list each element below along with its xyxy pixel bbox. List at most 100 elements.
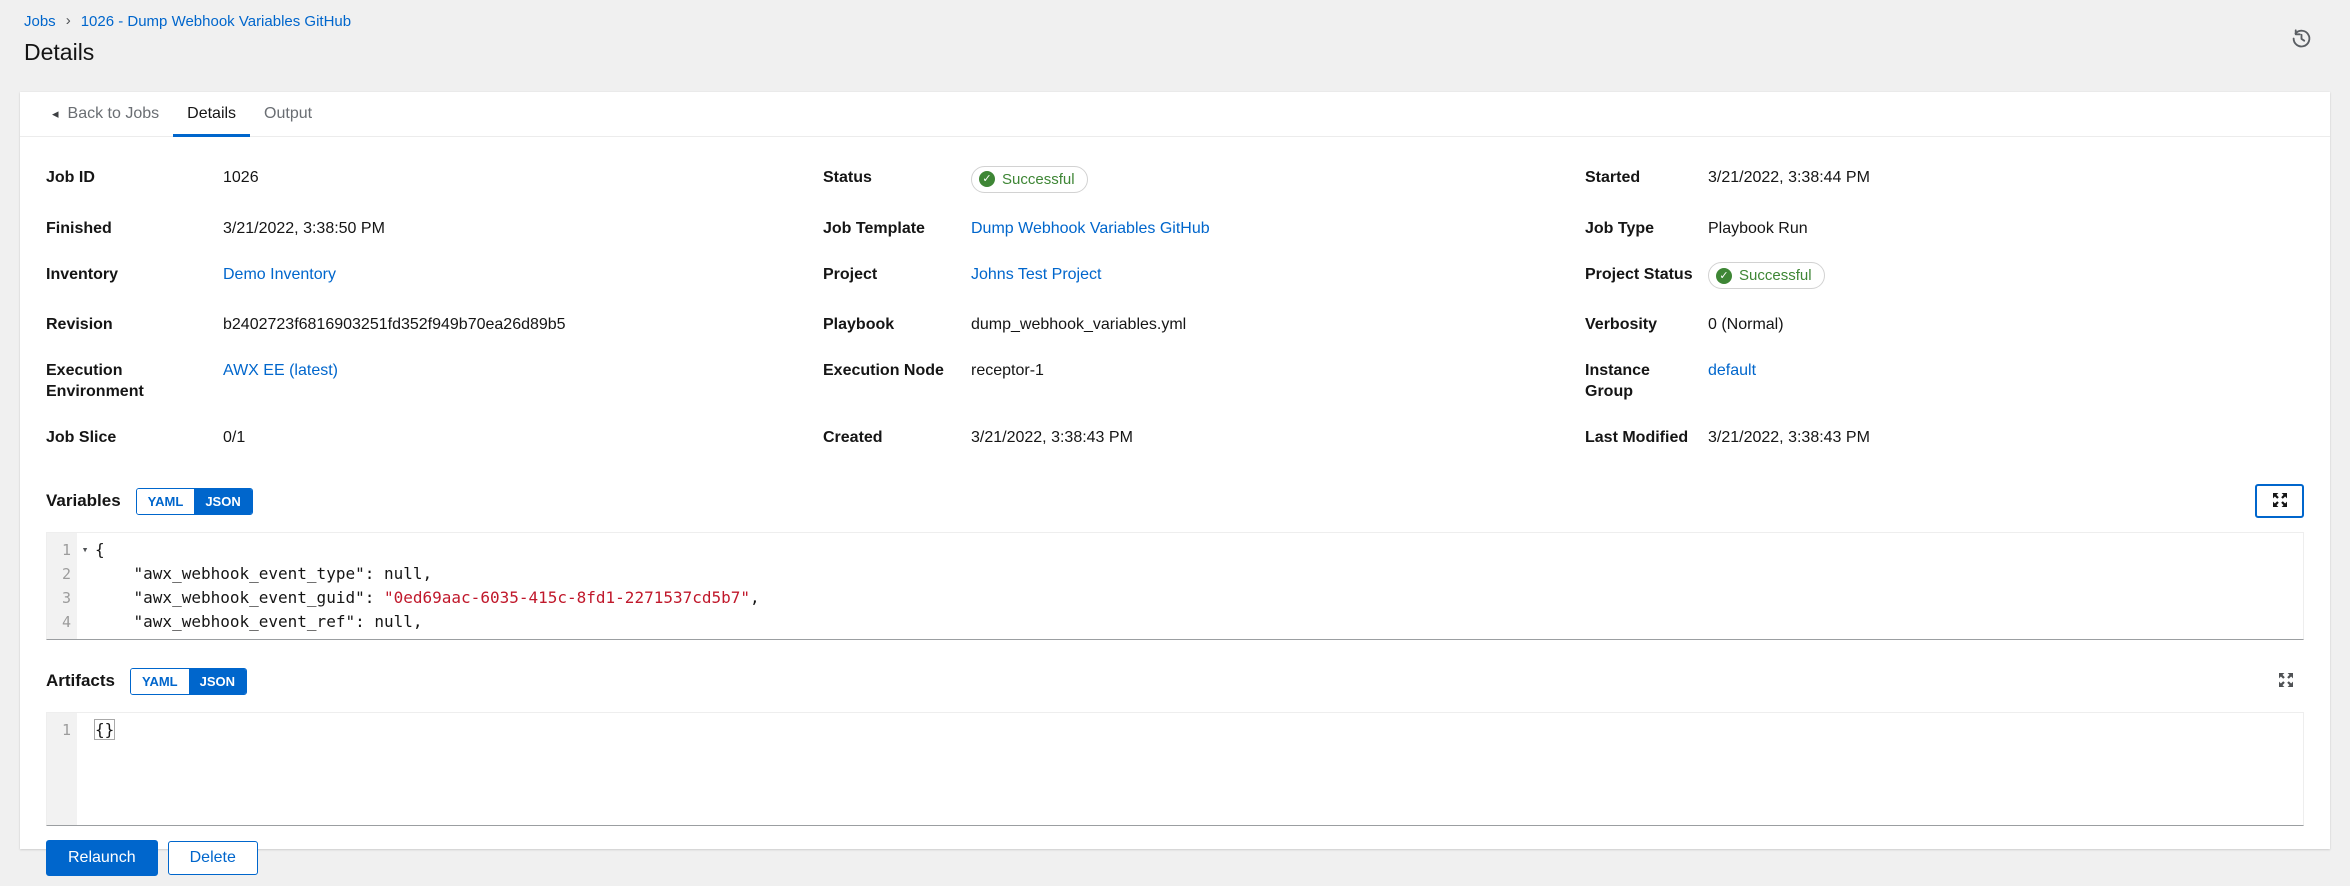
variables-expand-button[interactable] — [2255, 484, 2304, 518]
field-job-slice: Job Slice 0/1 — [46, 427, 823, 448]
status-badge: ✓ Successful — [971, 166, 1088, 193]
field-started: Started 3/21/2022, 3:38:44 PM — [1585, 167, 2304, 193]
field-value: b2402723f6816903251fd352f949b70ea26d89b5 — [223, 314, 566, 335]
expand-arrows-icon — [2278, 672, 2294, 691]
tab-label: Back to Jobs — [68, 105, 160, 123]
line-number: 1 — [47, 538, 77, 562]
artifacts-code-editor[interactable]: 1 {} — [46, 712, 2304, 826]
field-label: Last Modified — [1585, 427, 1708, 448]
expand-arrows-icon — [2272, 492, 2288, 511]
field-job-template: Job Template Dump Webhook Variables GitH… — [823, 218, 1585, 239]
check-circle-icon: ✓ — [1716, 268, 1732, 284]
field-status: Status ✓ Successful — [823, 167, 1585, 193]
matching-brackets: {} — [95, 720, 114, 739]
breadcrumb-link-jobs[interactable]: Jobs — [24, 13, 56, 30]
delete-button[interactable]: Delete — [168, 841, 258, 875]
badge-label: Successful — [1002, 169, 1075, 190]
code-text: { — [93, 538, 105, 562]
field-project: Project Johns Test Project — [823, 264, 1585, 290]
code-text: "awx_webhook_event_status_api": null, — [93, 634, 490, 640]
fold-caret-icon[interactable]: ▾ — [77, 538, 93, 562]
field-created: Created 3/21/2022, 3:38:43 PM — [823, 427, 1585, 448]
variables-yaml-toggle-button[interactable]: YAML — [137, 489, 195, 514]
field-value: 0/1 — [223, 427, 245, 448]
field-job-id: Job ID 1026 — [46, 167, 823, 193]
page-title: Details — [24, 39, 2326, 66]
field-finished: Finished 3/21/2022, 3:38:50 PM — [46, 218, 823, 239]
field-value: 0 (Normal) — [1708, 314, 1784, 335]
field-value: dump_webhook_variables.yml — [971, 314, 1186, 335]
project-link[interactable]: Johns Test Project — [971, 266, 1101, 283]
artifacts-format-toggle: YAML JSON — [130, 668, 247, 695]
history-button[interactable] — [2287, 24, 2316, 56]
code-line: 4 "awx_webhook_event_ref": null, — [47, 610, 2303, 634]
field-label: Inventory — [46, 264, 223, 285]
code-line: 3 "awx_webhook_event_guid": "0ed69aac-60… — [47, 586, 2303, 610]
line-number: 3 — [47, 586, 77, 610]
code-line: 1 {} — [47, 718, 2303, 742]
instance-group-link[interactable]: default — [1708, 362, 1756, 379]
field-instance-group: Instance Group default — [1585, 360, 2304, 402]
tab-back-to-jobs[interactable]: ◂ Back to Jobs — [38, 92, 173, 136]
execution-environment-link[interactable]: AWX EE (latest) — [223, 362, 338, 379]
code-text: {} — [93, 718, 114, 742]
code-line: 5 "awx_webhook_event_status_api": null, — [47, 634, 2303, 640]
line-number: 2 — [47, 562, 77, 586]
badge-label: Successful — [1739, 265, 1812, 286]
tab-label: Details — [187, 105, 236, 123]
variables-section-head: Variables YAML JSON — [46, 484, 2304, 518]
line-number: 5 — [47, 634, 77, 640]
variables-code-editor[interactable]: 1 ▾ { 2 "awx_webhook_event_type": null, … — [46, 532, 2304, 640]
field-label: Created — [823, 427, 971, 448]
field-label: Job ID — [46, 167, 223, 188]
variables-json-toggle-button[interactable]: JSON — [194, 489, 251, 514]
field-label: Verbosity — [1585, 314, 1708, 335]
artifacts-section-head: Artifacts YAML JSON — [46, 664, 2304, 698]
field-label: Revision — [46, 314, 223, 335]
field-revision: Revision b2402723f6816903251fd352f949b70… — [46, 314, 823, 335]
breadcrumb-separator-icon: › — [66, 12, 71, 29]
variables-heading: Variables — [46, 491, 121, 511]
code-text: "awx_webhook_event_ref": null, — [93, 610, 423, 634]
code-text: "awx_webhook_event_guid": "0ed69aac-6035… — [93, 586, 760, 610]
field-label: Instance Group — [1585, 360, 1708, 402]
field-label: Started — [1585, 167, 1708, 188]
field-execution-environment: Execution Environment AWX EE (latest) — [46, 360, 823, 402]
artifacts-json-toggle-button[interactable]: JSON — [189, 669, 246, 694]
field-label: Job Slice — [46, 427, 223, 448]
details-grid: Job ID 1026 Status ✓ Successful Started … — [20, 137, 2330, 448]
history-icon — [2291, 37, 2312, 52]
artifacts-expand-button[interactable] — [2268, 664, 2304, 698]
field-label: Finished — [46, 218, 223, 239]
tab-output[interactable]: Output — [250, 92, 326, 136]
field-label: Job Type — [1585, 218, 1708, 239]
check-circle-icon: ✓ — [979, 171, 995, 187]
field-value: 3/21/2022, 3:38:43 PM — [1708, 427, 1870, 448]
field-job-type: Job Type Playbook Run — [1585, 218, 2304, 239]
field-value: 3/21/2022, 3:38:44 PM — [1708, 167, 1870, 188]
field-value: 1026 — [223, 167, 259, 188]
code-text: "awx_webhook_event_type": null, — [93, 562, 432, 586]
code-line: 1 ▾ { — [47, 538, 2303, 562]
field-label: Status — [823, 167, 971, 188]
line-number: 4 — [47, 610, 77, 634]
field-verbosity: Verbosity 0 (Normal) — [1585, 314, 2304, 335]
tab-details[interactable]: Details — [173, 92, 250, 136]
field-value: 3/21/2022, 3:38:50 PM — [223, 218, 385, 239]
breadcrumb: Jobs › 1026 - Dump Webhook Variables Git… — [24, 13, 2326, 30]
relaunch-button[interactable]: Relaunch — [46, 840, 158, 876]
breadcrumb-item-current[interactable]: 1026 - Dump Webhook Variables GitHub — [81, 13, 351, 30]
field-label: Project — [823, 264, 971, 285]
inventory-link[interactable]: Demo Inventory — [223, 266, 336, 283]
field-inventory: Inventory Demo Inventory — [46, 264, 823, 290]
project-status-badge: ✓ Successful — [1708, 262, 1825, 289]
artifacts-yaml-toggle-button[interactable]: YAML — [131, 669, 189, 694]
field-label: Execution Environment — [46, 360, 223, 402]
field-label: Execution Node — [823, 360, 971, 381]
job-template-link[interactable]: Dump Webhook Variables GitHub — [971, 220, 1210, 237]
field-label: Project Status — [1585, 264, 1708, 285]
job-details-card: ◂ Back to Jobs Details Output Job ID 102… — [20, 92, 2330, 849]
field-project-status: Project Status ✓ Successful — [1585, 264, 2304, 290]
line-number: 1 — [47, 718, 77, 742]
code-line: 2 "awx_webhook_event_type": null, — [47, 562, 2303, 586]
